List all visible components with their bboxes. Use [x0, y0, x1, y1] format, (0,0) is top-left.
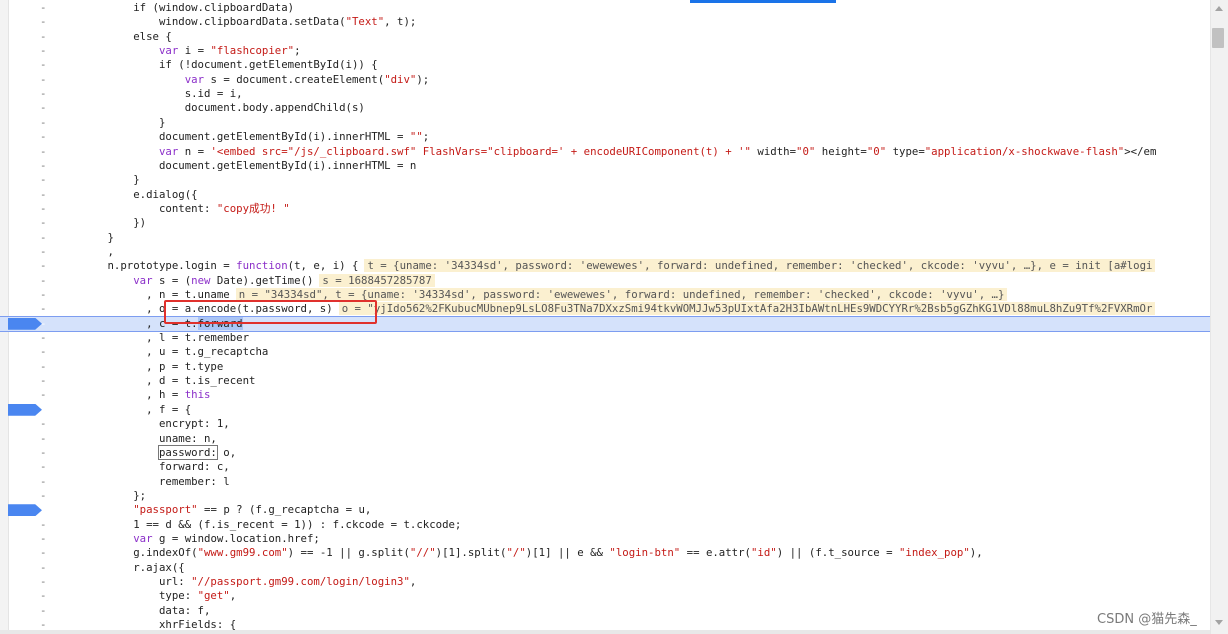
code-line[interactable]: - }): [0, 216, 1210, 230]
scrollbar-thumb[interactable]: [1212, 28, 1224, 48]
code-line[interactable]: - document.getElementById(i).innerHTML =…: [0, 159, 1210, 173]
code-line[interactable]: - if (!document.getElementById(i)) {: [0, 58, 1210, 72]
code-text: if (window.clipboardData): [56, 1, 295, 14]
code-line[interactable]: - 1 == d && (f.is_recent = 1)) : f.ckcod…: [0, 518, 1210, 532]
code-text: , l = t.remember: [56, 331, 250, 345]
code-text: 1 == d && (f.is_recent = 1)) : f.ckcode …: [56, 517, 462, 531]
code-text: };: [56, 488, 147, 502]
code-line[interactable]: - , h = this: [0, 388, 1210, 402]
code-text: "passport" == p ? (f.g_recaptcha = u,: [133, 503, 372, 517]
code-text: , p = t.type: [56, 359, 224, 373]
code-text: uname: n,: [56, 431, 217, 445]
code-line[interactable]: - ,: [0, 245, 1210, 259]
breakpoint-marker-icon[interactable]: [8, 504, 42, 517]
code-line[interactable]: - var i = "flashcopier";: [0, 44, 1210, 58]
code-line[interactable]: - var n = '<embed src="/js/_clipboard.sw…: [0, 145, 1210, 159]
code-line[interactable]: - document.getElementById(i).innerHTML =…: [0, 130, 1210, 144]
code-text: var g = window.location.href;: [133, 531, 320, 545]
code-text: , f = {: [56, 402, 192, 416]
code-text: document.body.appendChild(s): [56, 101, 365, 115]
code-text: url: "//passport.gm99.com/login/login3",: [56, 575, 417, 588]
code-text: var n = '<embed src="/js/_clipboard.swf"…: [158, 144, 1157, 158]
code-text: }: [56, 115, 166, 129]
code-text: encrypt: 1,: [56, 417, 230, 431]
code-text: , h = this: [56, 388, 211, 402]
code-line[interactable]: - r.ajax({: [0, 561, 1210, 575]
code-text: document.getElementById(i).innerHTML = n: [56, 158, 417, 172]
code-line[interactable]: - , u = t.g_recaptcha: [0, 345, 1210, 359]
code-line[interactable]: - document.body.appendChild(s): [0, 101, 1210, 115]
code-line[interactable]: - };: [0, 489, 1210, 503]
code-line[interactable]: - var g = window.location.href;: [0, 532, 1210, 546]
code-line[interactable]: - forward: c,: [0, 460, 1210, 474]
code-text: content: "copy成功! ": [56, 201, 290, 215]
code-line[interactable]: - data: f,: [0, 604, 1210, 618]
code-line[interactable]: - window.clipboardData.setData("Text", t…: [0, 15, 1210, 29]
code-text: s.id = i,: [56, 87, 243, 101]
code-line[interactable]: - uname: n,: [0, 432, 1210, 446]
vertical-scrollbar[interactable]: [1210, 0, 1228, 634]
code-line[interactable]: - url: "//passport.gm99.com/login/login3…: [0, 575, 1210, 589]
code-text: }: [56, 173, 140, 187]
code-line[interactable]: - , f = {: [0, 403, 1210, 417]
code-text: r.ajax({: [56, 560, 185, 574]
code-line[interactable]: - else {: [0, 30, 1210, 44]
code-text: n.prototype.login = function(t, e, i) {t…: [56, 259, 1156, 273]
code-text: var s = (new Date).getTime() s = 16884572…: [56, 273, 435, 288]
code-line[interactable]: - var s = (new Date).getTime() s = 168845…: [0, 273, 1210, 288]
code-line[interactable]: - , l = t.remember: [0, 331, 1210, 345]
code-line[interactable]: - }: [0, 173, 1210, 187]
scroll-up-arrow-icon[interactable]: [1215, 6, 1223, 11]
code-line[interactable]: - }: [0, 116, 1210, 130]
breakpoint-marker-icon[interactable]: [8, 403, 42, 416]
code-text: }: [56, 230, 114, 244]
code-text: e.dialog({: [56, 187, 198, 201]
scroll-down-arrow-icon[interactable]: [1215, 620, 1223, 625]
code-line[interactable]: - , p = t.type: [0, 360, 1210, 374]
code-line[interactable]: - if (window.clipboardData): [0, 1, 1210, 15]
code-line[interactable]: - e.dialog({: [0, 188, 1210, 202]
code-line[interactable]: - content: "copy成功! ": [0, 202, 1210, 216]
code-text: , u = t.g_recaptcha: [56, 345, 269, 359]
inline-value-preview: o = "yjIdo562%2FKubucMUbnep9LsLO8Fu3TNa7…: [338, 302, 1156, 316]
code-text: data: f,: [56, 603, 211, 617]
code-text: password: o,: [157, 444, 237, 460]
code-text: , d = t.is_recent: [56, 374, 256, 388]
code-line[interactable]: - password: o,: [0, 444, 1210, 460]
code-text: if (!document.getElementById(i)) {: [56, 58, 378, 72]
code-line[interactable]: - var s = document.createElement("div");: [0, 73, 1210, 87]
code-text: document.getElementById(i).innerHTML = "…: [56, 130, 430, 144]
code-line[interactable]: - , d = t.is_recent: [0, 374, 1210, 388]
code-line[interactable]: - remember: l: [0, 475, 1210, 489]
code-line[interactable]: - s.id = i,: [0, 87, 1210, 101]
code-line[interactable]: - }: [0, 231, 1210, 245]
code-line[interactable]: - type: "get",: [0, 589, 1210, 603]
code-editor[interactable]: - if (window.clipboardData) - window.clip…: [0, 0, 1210, 634]
code-text: window.clipboardData.setData("Text", t);: [56, 15, 417, 29]
code-text: var s = document.createElement("div");: [184, 72, 430, 86]
code-text: else {: [56, 29, 172, 43]
code-text: g.indexOf("www.gm99.com") == -1 || g.spl…: [56, 546, 983, 560]
code-line[interactable]: - encrypt: 1,: [0, 417, 1210, 431]
inline-value-preview: t = {uname: '34334sd', password: 'ewewew…: [364, 259, 1156, 273]
horizontal-scrollbar[interactable]: [0, 630, 1210, 634]
code-line[interactable]: - n.prototype.login = function(t, e, i) …: [0, 259, 1210, 273]
watermark: CSDN @猫先森_: [1097, 612, 1197, 627]
code-text: var i = "flashcopier";: [158, 44, 301, 58]
encode-call-highlight-box: [164, 300, 377, 324]
inline-value-preview: s = 1688457285787: [319, 273, 435, 287]
breakpoint-marker-icon[interactable]: [8, 317, 42, 330]
code-text: remember: l: [56, 474, 230, 488]
code-line[interactable]: - g.indexOf("www.gm99.com") == -1 || g.s…: [0, 546, 1210, 560]
code-text: forward: c,: [56, 460, 230, 474]
code-line[interactable]: - "passport" == p ? (f.g_recaptcha = u,: [0, 503, 1210, 517]
code-text: ,: [56, 244, 114, 258]
code-text: type: "get",: [56, 589, 237, 603]
code-text: }): [56, 216, 147, 230]
